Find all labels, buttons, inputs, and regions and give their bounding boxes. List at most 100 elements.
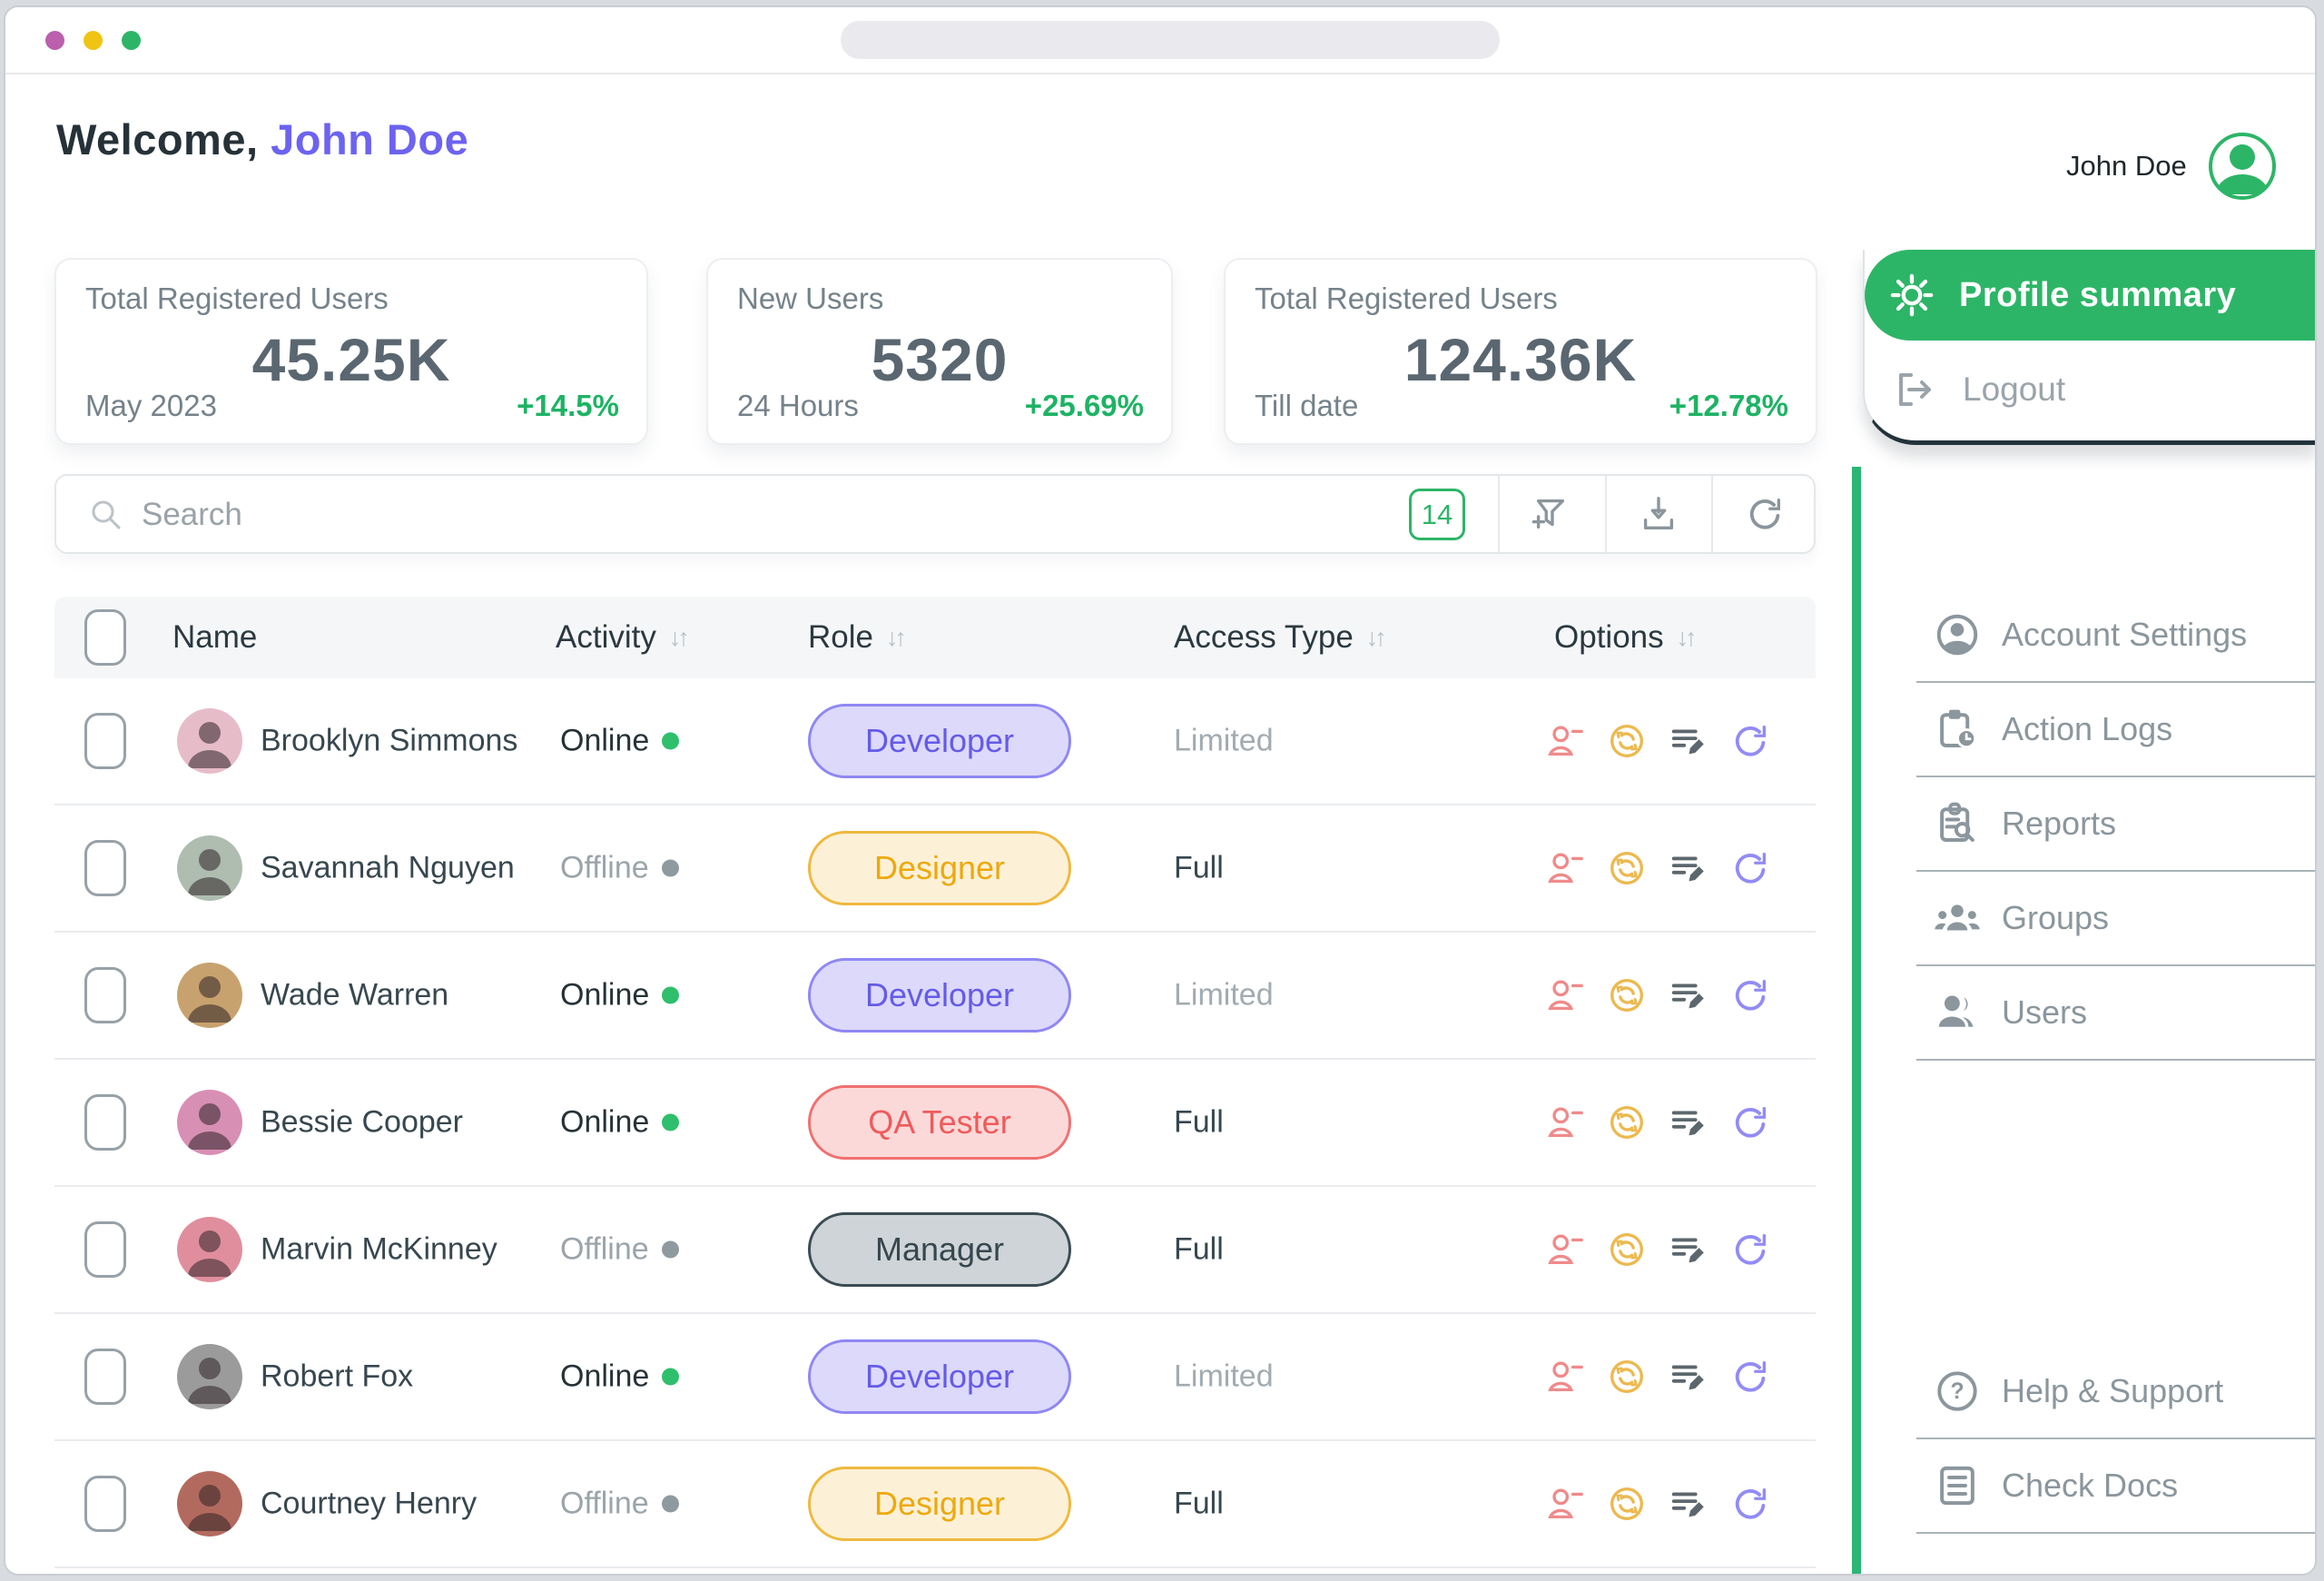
user-name: Savannah Nguyen (261, 850, 515, 885)
column-access-type: Access Type (1174, 619, 1354, 655)
reload-icon[interactable] (1728, 1228, 1772, 1271)
profile-card: Profile summary Logout (1863, 250, 2315, 445)
reload-icon[interactable] (1728, 846, 1772, 890)
column-options: Options (1554, 619, 1664, 655)
status-dot-icon (662, 986, 680, 1004)
sidebar-item-reports[interactable]: Reports (1916, 777, 2315, 872)
column-activity: Activity (556, 619, 656, 655)
status-dot-icon (662, 732, 680, 750)
sort-role-icon[interactable]: ↓↑ (886, 624, 907, 652)
status-dot-icon (661, 1240, 679, 1259)
table-row[interactable]: Courtney Henry Offline Designer Full (54, 1441, 1816, 1568)
stat-card-total-users-month: Total Registered Users 45.25K May 2023 +… (54, 258, 648, 445)
page-title: Welcome, John Doe (56, 115, 469, 163)
row-checkbox[interactable] (84, 967, 126, 1023)
sidebar-item-help-support[interactable]: ? Help & Support (1916, 1345, 2315, 1439)
sidebar-item-action-logs[interactable]: Action Logs (1916, 683, 2315, 777)
remove-user-icon[interactable] (1543, 1482, 1587, 1526)
user-name: Marvin McKinney (261, 1231, 497, 1267)
clipboard-clock-icon (1933, 705, 1982, 754)
row-checkbox[interactable] (84, 1094, 126, 1151)
role-badge: Designer (808, 1467, 1071, 1541)
remove-user-icon[interactable] (1543, 1228, 1587, 1271)
select-all-checkbox[interactable] (84, 609, 126, 666)
sort-activity-icon[interactable]: ↓↑ (669, 624, 690, 652)
sync-circle-icon[interactable] (1605, 973, 1649, 1017)
row-checkbox[interactable] (84, 713, 126, 769)
table-row[interactable]: Marvin McKinney Offline Manager Full (54, 1187, 1816, 1314)
sidebar-item-check-docs[interactable]: Check Docs (1916, 1439, 2315, 1534)
window-maximize-button[interactable] (122, 31, 141, 50)
reload-icon[interactable] (1728, 1482, 1772, 1526)
edit-list-icon[interactable] (1667, 1355, 1710, 1398)
edit-list-icon[interactable] (1667, 1228, 1710, 1271)
table-row[interactable]: Bessie Cooper Online QA Tester Full (54, 1060, 1816, 1187)
column-role: Role (808, 619, 873, 655)
remove-user-icon[interactable] (1543, 846, 1587, 890)
activity-status: Offline (560, 1487, 679, 1522)
user-name: Wade Warren (261, 977, 449, 1013)
window-close-button[interactable] (45, 31, 64, 50)
reload-icon[interactable] (1728, 973, 1772, 1017)
user-name: Brooklyn Simmons (261, 723, 518, 758)
table-body: Brooklyn Simmons Online Developer Limite… (54, 678, 1816, 1568)
row-checkbox[interactable] (84, 1221, 126, 1278)
row-checkbox[interactable] (84, 1476, 126, 1532)
user-avatar-icon[interactable] (2207, 131, 2278, 202)
access-type: Full (1174, 850, 1224, 885)
table-row[interactable]: Robert Fox Online Developer Limited (54, 1314, 1816, 1441)
stat-period: 24 Hours (737, 389, 859, 422)
row-checkbox[interactable] (84, 1349, 126, 1405)
stat-value: 124.36K (1403, 326, 1638, 393)
user-chip[interactable]: John Doe (2066, 131, 2278, 202)
table-row[interactable]: Savannah Nguyen Offline Designer Full (54, 805, 1816, 933)
sync-circle-icon[interactable] (1605, 1228, 1649, 1271)
sidebar-item-users[interactable]: Users (1916, 966, 2315, 1061)
filter-count-badge[interactable]: 14 (1409, 489, 1465, 540)
row-checkbox[interactable] (84, 840, 126, 896)
edit-list-icon[interactable] (1667, 973, 1710, 1017)
sort-options-icon[interactable]: ↓↑ (1677, 624, 1698, 652)
column-name: Name (172, 619, 258, 655)
sidebar-footer-menu: ? Help & Support Check Docs (1916, 1345, 2315, 1534)
remove-user-icon[interactable] (1543, 719, 1587, 763)
search-input[interactable] (140, 476, 1324, 554)
sidebar-item-account-settings[interactable]: Account Settings (1916, 588, 2315, 683)
reload-icon[interactable] (1728, 1355, 1772, 1398)
avatar (177, 1090, 242, 1155)
remove-user-icon[interactable] (1543, 1101, 1587, 1144)
remove-user-icon[interactable] (1543, 973, 1587, 1017)
table-row[interactable]: Brooklyn Simmons Online Developer Limite… (54, 678, 1816, 805)
stat-label: New Users (737, 282, 884, 315)
table-row[interactable]: Wade Warren Online Developer Limited (54, 933, 1816, 1060)
sync-circle-icon[interactable] (1605, 1101, 1649, 1144)
refresh-button[interactable] (1715, 476, 1815, 552)
row-options (1543, 1482, 1772, 1526)
profile-summary-button[interactable]: Profile summary (1865, 250, 2315, 341)
avatar (177, 708, 242, 774)
search-icon (87, 496, 125, 534)
reload-icon[interactable] (1728, 719, 1772, 763)
clipboard-search-icon (1933, 799, 1982, 848)
activity-status: Online (560, 724, 680, 759)
edit-list-icon[interactable] (1667, 1482, 1710, 1526)
logout-button[interactable]: Logout (1865, 357, 2315, 422)
filter-button[interactable] (1502, 476, 1601, 552)
sync-circle-icon[interactable] (1605, 1482, 1649, 1526)
download-button[interactable] (1609, 476, 1709, 552)
sort-access-icon[interactable]: ↓↑ (1366, 624, 1387, 652)
sync-circle-icon[interactable] (1605, 1355, 1649, 1398)
sync-circle-icon[interactable] (1605, 719, 1649, 763)
sidebar-menu: Account Settings Action Logs Reports Gro… (1916, 588, 2315, 1061)
address-bar[interactable] (841, 21, 1500, 59)
edit-list-icon[interactable] (1667, 1101, 1710, 1144)
search-toolbar: 14 (54, 474, 1816, 554)
window-minimize-button[interactable] (84, 31, 103, 50)
reload-icon[interactable] (1728, 1101, 1772, 1144)
remove-user-icon[interactable] (1543, 1355, 1587, 1398)
edit-list-icon[interactable] (1667, 846, 1710, 890)
sync-circle-icon[interactable] (1605, 846, 1649, 890)
sidebar-item-groups[interactable]: Groups (1916, 872, 2315, 966)
avatar (177, 835, 242, 901)
edit-list-icon[interactable] (1667, 719, 1710, 763)
